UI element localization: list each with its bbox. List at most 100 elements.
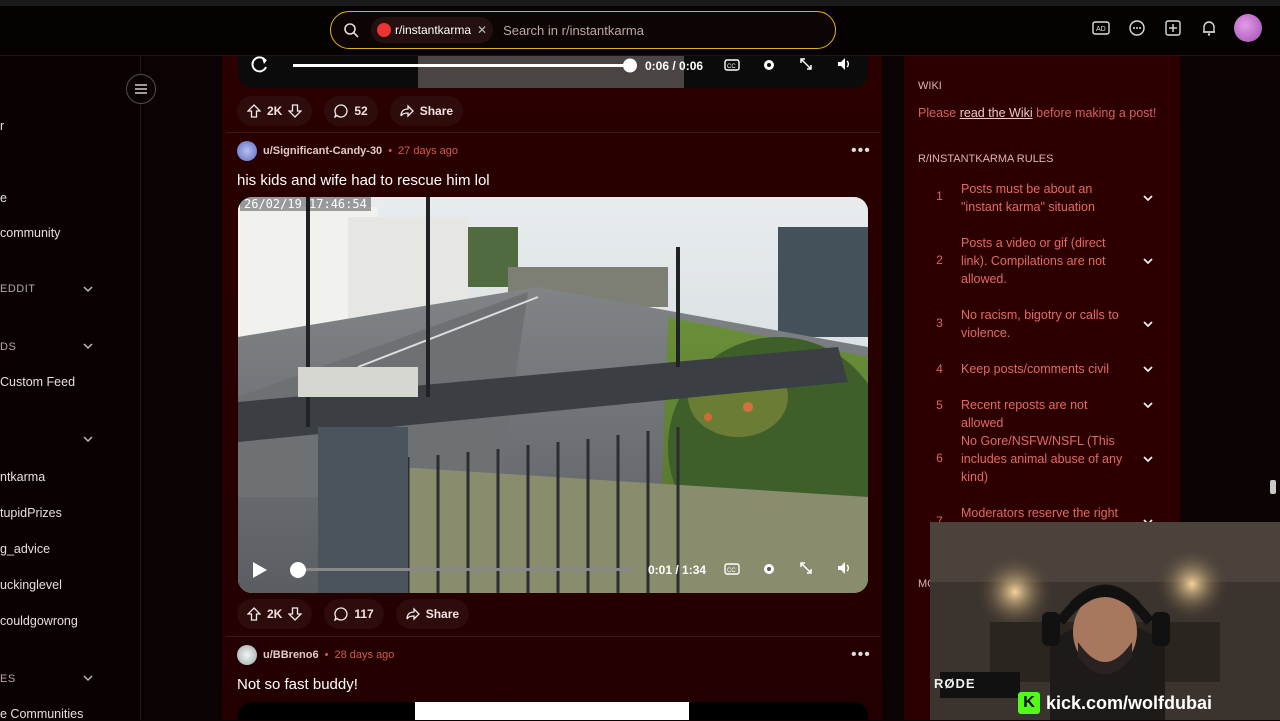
community-chip-label: r/instantkarma [395, 23, 472, 37]
user-avatar[interactable] [237, 141, 257, 161]
chevron-down-icon[interactable] [82, 672, 94, 684]
nav-item-partial-2[interactable]: e [0, 191, 7, 205]
nav-item-stupidprizes[interactable]: tupidPrizes [0, 506, 62, 520]
play-icon[interactable] [253, 562, 267, 578]
chevron-down-icon[interactable] [82, 283, 94, 295]
more-options-icon[interactable]: ••• [851, 142, 871, 160]
share-button[interactable]: Share [395, 599, 470, 629]
share-icon [400, 104, 414, 118]
collapse-nav-button[interactable] [126, 74, 156, 104]
replay-icon[interactable] [251, 56, 267, 73]
rule-item[interactable]: 2 Posts a video or gif (direct link). Co… [918, 234, 1162, 288]
rule-text: Posts must be about an "instant karma" s… [961, 182, 1095, 214]
settings-icon[interactable] [761, 57, 777, 73]
rule-item[interactable]: 6 No Gore/NSFW/NSFL (This includes anima… [918, 432, 1162, 486]
nav-section-reddit[interactable]: EDDIT [0, 283, 36, 295]
downvote-icon[interactable] [288, 104, 303, 118]
comments-button[interactable]: 52 [324, 96, 378, 126]
vote-count: 2K [267, 104, 283, 118]
user-avatar[interactable] [1234, 14, 1262, 42]
video-player[interactable] [238, 197, 868, 593]
progress-bar-knob[interactable] [290, 562, 306, 578]
share-button[interactable]: Share [389, 96, 464, 126]
user-avatar[interactable] [237, 645, 257, 665]
wiki-heading: WIKI [918, 80, 942, 92]
post-separator: • [324, 649, 329, 661]
menu-icon [135, 84, 147, 94]
captions-icon[interactable]: CC [724, 59, 740, 71]
video-timestamp-overlay: 26/02/19 17:46:54 [240, 197, 371, 211]
upvote-icon[interactable] [247, 104, 261, 118]
wiki-text-pre: Please [918, 106, 960, 120]
webcam-frame [930, 522, 1280, 720]
chevron-down-icon[interactable] [1142, 192, 1154, 204]
post-title[interactable]: Not so fast buddy! [237, 676, 358, 693]
previous-video-player[interactable]: 0:06 / 0:06 CC [238, 56, 868, 88]
chevron-down-icon[interactable] [1142, 255, 1154, 267]
nav-item-couldgowrong[interactable]: couldgowrong [0, 614, 78, 628]
rule-item[interactable]: 3 No racism, bigotry or calls to violenc… [918, 306, 1162, 342]
page-scrollbar[interactable] [1270, 480, 1276, 494]
rule-number: 7 [936, 514, 943, 522]
post-divider [226, 132, 880, 133]
post-author[interactable]: u/Significant-Candy-30 [263, 145, 382, 157]
community-chip[interactable]: r/instantkarma ✕ [371, 17, 494, 43]
video-frame [238, 197, 868, 593]
more-options-icon[interactable]: ••• [851, 646, 871, 664]
video-controls: 0:01 / 1:34 CC [238, 553, 868, 593]
close-icon[interactable]: ✕ [477, 23, 487, 37]
wiki-text: Please read the Wiki before making a pos… [918, 106, 1156, 120]
progress-bar-track[interactable] [298, 568, 634, 571]
nav-item-advice[interactable]: g_advice [0, 542, 50, 556]
chevron-down-icon[interactable] [82, 340, 94, 352]
comment-count: 117 [354, 607, 374, 621]
rule-item[interactable]: 7 Moderators reserve the right [918, 504, 1162, 522]
nav-item-partial-1[interactable]: r [0, 119, 4, 133]
search-bar[interactable]: r/instantkarma ✕ Search in r/instantkarm… [330, 11, 836, 49]
video-time: 0:01 / 1:34 [648, 563, 707, 577]
nav-item-nextlevel[interactable]: uckinglevel [0, 578, 62, 592]
rule-item[interactable]: 4 Keep posts/comments civil [918, 360, 1162, 378]
comments-button[interactable]: 117 [324, 599, 384, 629]
chevron-down-icon[interactable] [1142, 318, 1154, 330]
chevron-down-icon[interactable] [1142, 399, 1154, 411]
post-separator: • [388, 145, 393, 157]
nav-section-resources[interactable]: ES [0, 673, 16, 685]
fullscreen-icon[interactable] [799, 561, 813, 575]
chat-icon[interactable] [1126, 17, 1148, 39]
nav-item-custom-feed[interactable]: Custom Feed [0, 375, 75, 389]
volume-icon[interactable] [836, 560, 852, 576]
search-input[interactable]: Search in r/instantkarma [503, 23, 644, 38]
captions-icon[interactable]: CC [724, 563, 740, 575]
downvote-icon[interactable] [288, 607, 303, 621]
chevron-down-icon[interactable] [82, 433, 94, 445]
chevron-down-icon[interactable] [1142, 453, 1154, 465]
rule-text: Posts a video or gif (direct link). Comp… [961, 236, 1106, 286]
advertise-icon[interactable]: AD [1090, 17, 1112, 39]
rule-number: 5 [936, 398, 943, 412]
post-author[interactable]: u/BBreno6 [263, 649, 319, 661]
progress-bar-knob[interactable] [623, 58, 637, 73]
nav-item-instantkarma[interactable]: ntkarma [0, 470, 45, 484]
volume-icon[interactable] [836, 56, 852, 72]
comment-icon [334, 607, 348, 621]
post-meta: u/Significant-Candy-30 • 27 days ago [237, 141, 458, 161]
post-title[interactable]: his kids and wife had to rescue him lol [237, 172, 490, 189]
rule-item[interactable]: 5 Recent reposts are not allowed [918, 396, 1162, 430]
create-post-icon[interactable] [1162, 17, 1184, 39]
webcam-overlay: RØDE [930, 522, 1280, 720]
post-divider [226, 636, 880, 637]
upvote-icon[interactable] [247, 607, 261, 621]
nav-item-communities[interactable]: e Communities [0, 707, 83, 721]
fullscreen-icon[interactable] [799, 57, 813, 71]
video-player[interactable] [238, 702, 868, 720]
notifications-icon[interactable] [1198, 17, 1220, 39]
chevron-down-icon[interactable] [1142, 363, 1154, 375]
wiki-link[interactable]: read the Wiki [960, 106, 1033, 120]
settings-icon[interactable] [761, 561, 777, 577]
rule-item[interactable]: 1 Posts must be about an "instant karma"… [918, 180, 1162, 216]
nav-section-feeds[interactable]: DS [0, 341, 16, 353]
rule-number: 1 [936, 189, 943, 203]
video-time: 0:06 / 0:06 [645, 59, 704, 73]
nav-item-community[interactable]: community [0, 226, 60, 240]
